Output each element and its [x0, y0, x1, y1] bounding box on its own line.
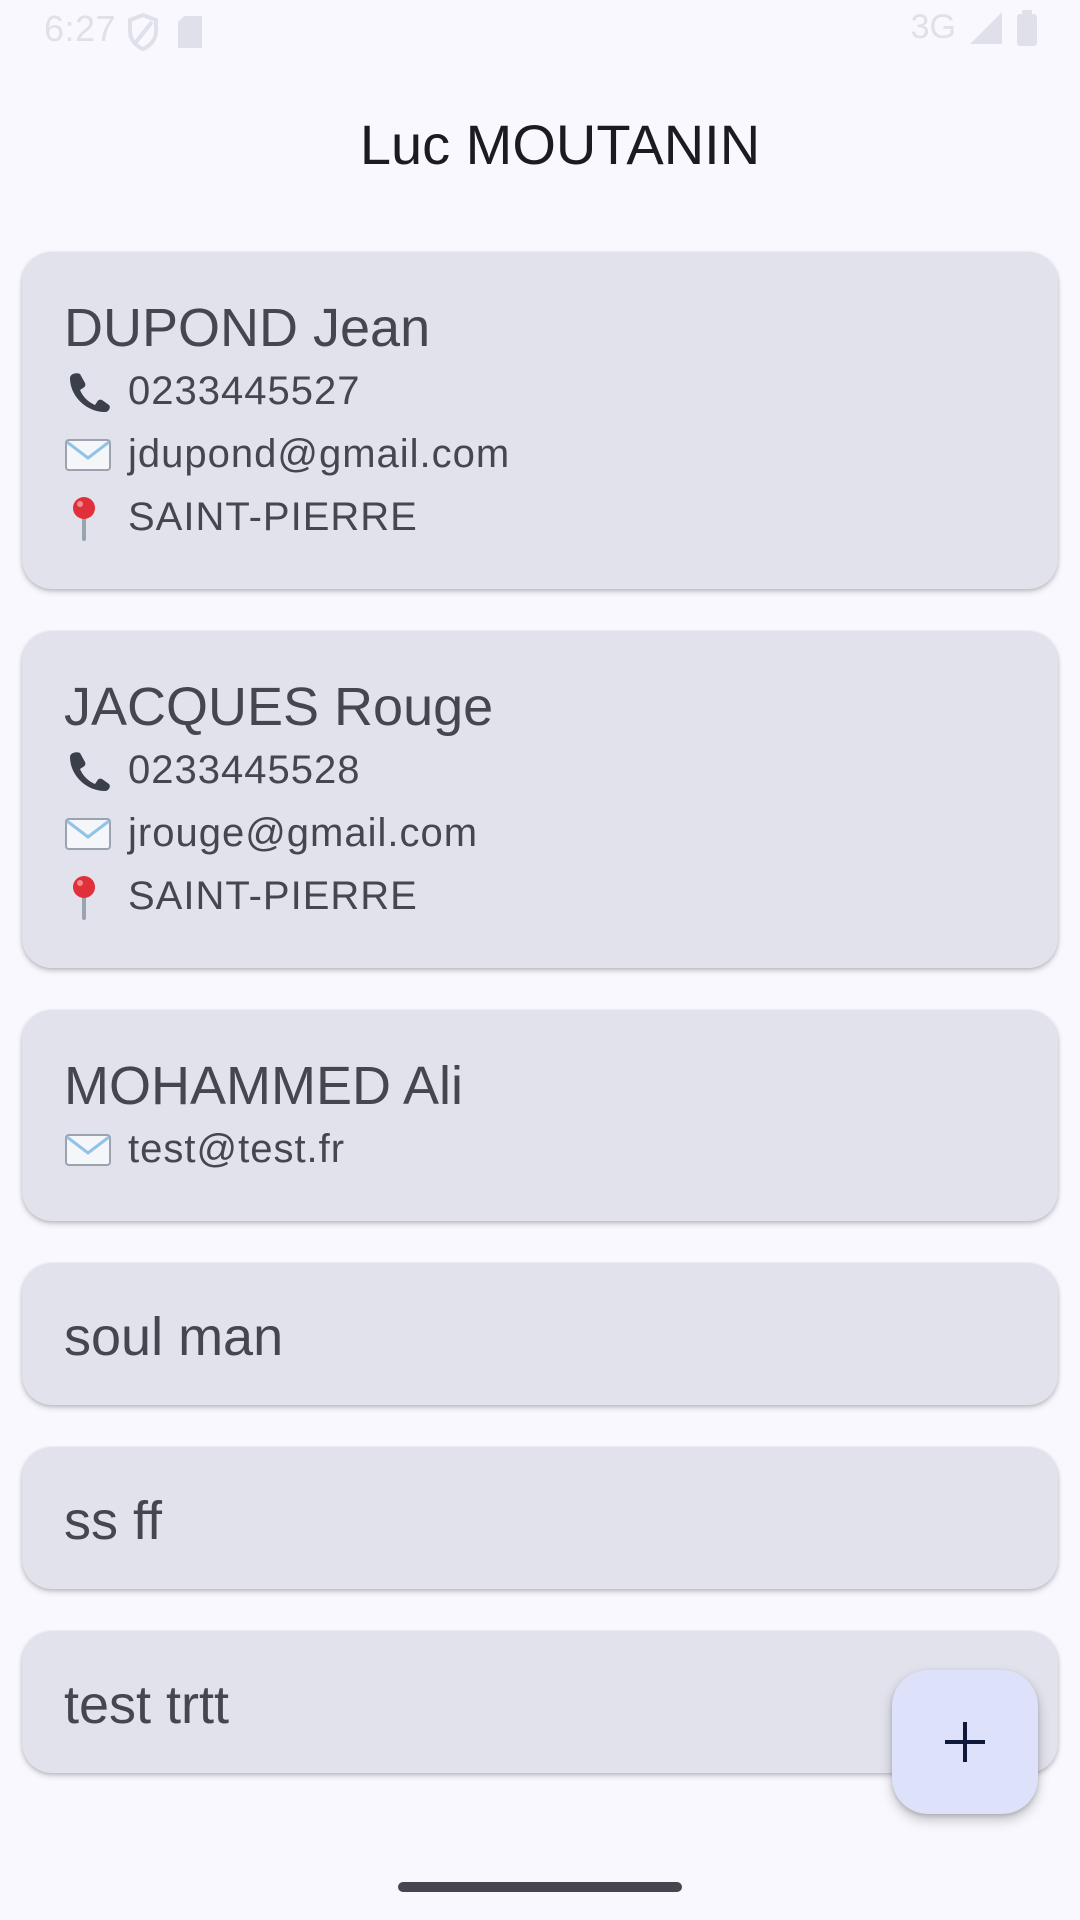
network-type: 3G [910, 8, 956, 46]
contact-email: jdupond@gmail.com [128, 432, 511, 476]
contact-phone: 0233445528 [128, 748, 361, 792]
status-notification-icons [126, 12, 204, 52]
contact-city: SAINT-PIERRE [128, 495, 418, 539]
battery-icon [1017, 9, 1037, 46]
contact-email: test@test.fr [128, 1127, 346, 1171]
contact-name: test trtt [64, 1675, 230, 1735]
contact-name: DUPOND Jean [64, 298, 431, 358]
contact-email-row: jdupond@gmail.com [64, 423, 1016, 486]
plus-icon [945, 1722, 985, 1762]
contact-card[interactable]: DUPOND Jean 0233445527 jdupond@gmail.com [22, 252, 1058, 589]
status-bar: 6:27 3G [0, 0, 1080, 60]
contact-city-row: SAINT-PIERRE [64, 865, 1016, 928]
envelope-icon [64, 432, 116, 478]
phone-icon [64, 748, 116, 794]
status-time: 6:27 [44, 8, 117, 49]
add-contact-button[interactable] [892, 1670, 1038, 1814]
contact-name: ss ff [64, 1491, 163, 1551]
page-title: Luc MOUTANIN [359, 113, 761, 176]
status-system-icons: 3G [911, 8, 1038, 47]
contact-name: JACQUES Rouge [64, 677, 494, 737]
contact-card[interactable]: MOHAMMED Ali test@test.fr [22, 1010, 1058, 1221]
contact-card[interactable]: ss ff [22, 1447, 1058, 1589]
home-gesture-handle[interactable] [398, 1882, 682, 1892]
contact-list: DUPOND Jean 0233445527 jdupond@gmail.com [22, 252, 1058, 1815]
contact-card[interactable]: JACQUES Rouge 0233445528 jrouge@gmail.co… [22, 631, 1058, 968]
contact-city: SAINT-PIERRE [128, 874, 418, 918]
contact-email-row: test@test.fr [64, 1118, 1016, 1181]
contact-phone-row: 0233445527 [64, 360, 1016, 423]
shield-icon [128, 12, 158, 52]
contact-city-row: SAINT-PIERRE [64, 486, 1016, 549]
contact-card[interactable]: soul man [22, 1263, 1058, 1405]
envelope-icon [64, 1127, 116, 1173]
contact-email: jrouge@gmail.com [128, 811, 479, 855]
map-pin-icon [64, 495, 116, 541]
contact-email-row: jrouge@gmail.com [64, 802, 1016, 865]
phone-icon [64, 369, 116, 415]
contact-phone: 0233445527 [128, 369, 361, 413]
contact-name: soul man [64, 1307, 284, 1367]
signal-icon [970, 11, 1002, 44]
sd-card-icon [178, 16, 202, 48]
map-pin-icon [64, 874, 116, 920]
contact-phone-row: 0233445528 [64, 739, 1016, 802]
contact-name: MOHAMMED Ali [64, 1056, 464, 1116]
envelope-icon [64, 811, 116, 857]
